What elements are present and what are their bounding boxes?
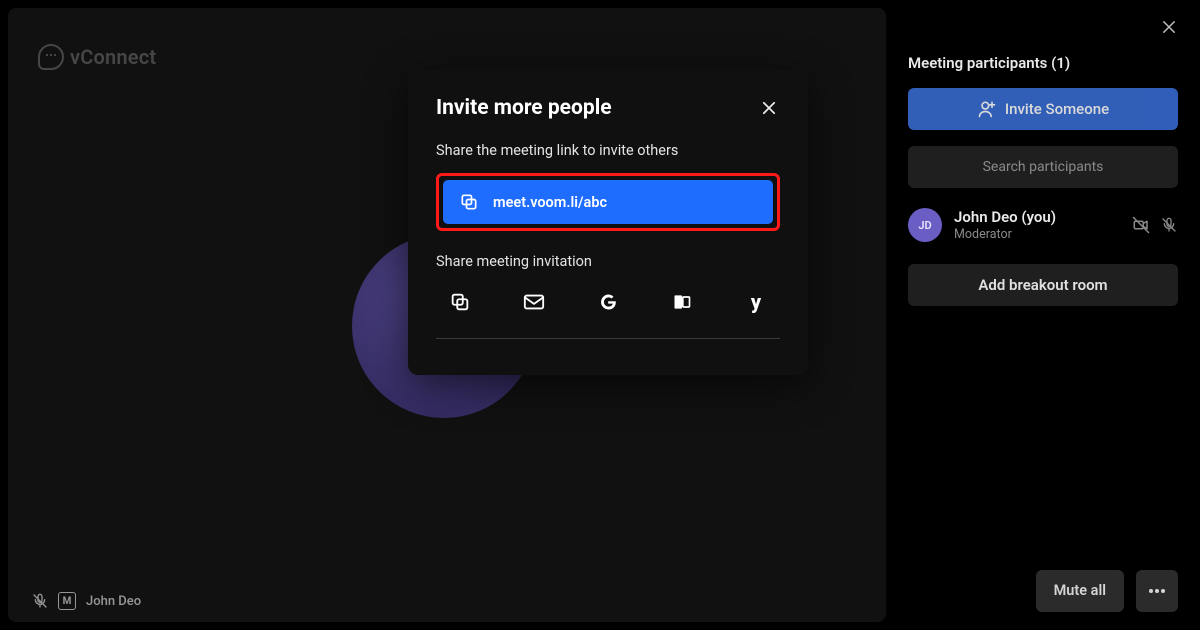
meeting-link-highlight: meet.voom.li/abc <box>436 173 780 231</box>
copy-icon <box>459 192 479 212</box>
invite-modal: Invite more people Share the meeting lin… <box>408 70 808 375</box>
invite-someone-button[interactable]: Invite Someone <box>908 88 1178 130</box>
participant-row: JD John Deo (you) Moderator <box>908 208 1178 242</box>
mic-off-icon <box>1160 216 1178 234</box>
panel-close-button[interactable] <box>1160 18 1178 36</box>
participant-name: John Deo (you) <box>954 208 1120 226</box>
share-copy-button[interactable] <box>446 288 474 316</box>
add-breakout-room-button[interactable]: Add breakout room <box>908 264 1178 306</box>
invite-someone-label: Invite Someone <box>1005 100 1109 118</box>
modal-header: Invite more people <box>436 96 780 120</box>
participant-role: Moderator <box>954 227 1120 242</box>
share-invitation-label: Share meeting invitation <box>436 253 780 270</box>
modal-close-button[interactable] <box>758 97 780 119</box>
camera-off-icon <box>1132 216 1150 234</box>
mute-all-button[interactable]: Mute all <box>1036 570 1124 612</box>
main-panel: vConnect M John Deo Invite more people <box>8 8 886 622</box>
side-footer: Mute all <box>908 570 1178 612</box>
meeting-link-text: meet.voom.li/abc <box>493 194 607 211</box>
share-outlook-button[interactable] <box>668 288 696 316</box>
share-google-button[interactable] <box>594 288 622 316</box>
copy-meeting-link-button[interactable]: meet.voom.li/abc <box>443 180 773 224</box>
search-participants-input[interactable]: Search participants <box>908 146 1178 188</box>
participants-panel: Meeting participants (1) Invite Someone … <box>886 0 1200 630</box>
participants-title: Meeting participants (1) <box>908 54 1178 72</box>
share-icons-row: y <box>436 284 780 339</box>
participant-info: John Deo (you) Moderator <box>954 208 1120 242</box>
share-yahoo-button[interactable]: y <box>742 288 770 316</box>
search-placeholder: Search participants <box>983 159 1104 175</box>
share-link-label: Share the meeting link to invite others <box>436 142 780 159</box>
participant-avatar: JD <box>908 208 942 242</box>
mute-all-label: Mute all <box>1054 582 1106 599</box>
user-plus-icon <box>977 99 997 119</box>
share-email-button[interactable] <box>520 288 548 316</box>
app-root: vConnect M John Deo Invite more people <box>0 0 1200 630</box>
more-options-button[interactable] <box>1136 570 1178 612</box>
participant-status-icons <box>1132 216 1178 234</box>
modal-title: Invite more people <box>436 96 612 120</box>
breakout-label: Add breakout room <box>978 276 1107 294</box>
